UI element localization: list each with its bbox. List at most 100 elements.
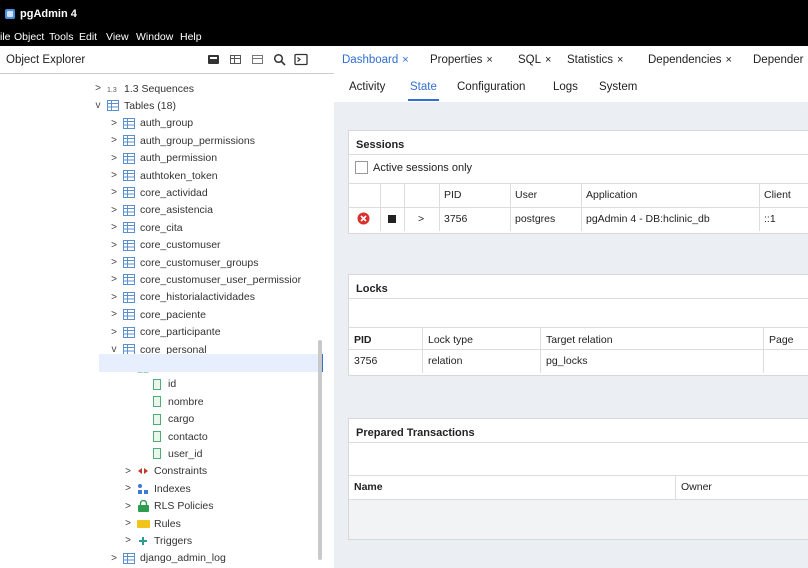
tree-item[interactable]: > RLS Policies	[122, 498, 214, 515]
chevron-right-icon[interactable]: >	[108, 135, 120, 146]
chevron-right-icon[interactable]: >	[108, 205, 120, 216]
menu-window[interactable]: Window	[136, 31, 173, 43]
chevron-right-icon[interactable]: >	[108, 170, 120, 181]
col-header-pid[interactable]: PID	[354, 334, 372, 346]
tab-sql[interactable]: SQL ×	[518, 54, 551, 66]
tree-item[interactable]: > auth_group	[108, 115, 193, 132]
subtab-system[interactable]: System	[599, 81, 637, 93]
menu-tools[interactable]: Tools	[49, 31, 74, 43]
tree-item[interactable]: > authtoken_token	[108, 167, 218, 184]
chevron-right-icon[interactable]: >	[122, 466, 134, 477]
col-header-target-relation[interactable]: Target relation	[546, 334, 613, 346]
tree-item[interactable]: > core_customuser_user_permissior	[108, 271, 301, 288]
col-header-owner[interactable]: Owner	[681, 481, 712, 493]
tree-item[interactable]: > Rules	[122, 515, 181, 532]
col-header-page[interactable]: Page	[769, 334, 794, 346]
menu-help[interactable]: Help	[180, 31, 202, 43]
chevron-right-icon[interactable]: >	[122, 535, 134, 546]
chevron-down-icon[interactable]: v	[92, 100, 104, 111]
chevron-right-icon[interactable]: >	[122, 501, 134, 512]
tab-statistics[interactable]: Statistics ×	[567, 54, 623, 66]
chevron-right-icon[interactable]: >	[108, 222, 120, 233]
tree-item[interactable]: id	[136, 376, 176, 393]
close-icon[interactable]: ×	[545, 54, 551, 66]
tab-dashboard[interactable]: Dashboard ×	[342, 54, 409, 66]
psql-tool-icon[interactable]	[292, 51, 310, 68]
tree-item[interactable]: cargo	[136, 411, 194, 428]
terminate-session-icon[interactable]	[357, 212, 370, 228]
tab-dependencies[interactable]: Dependencies ×	[648, 54, 732, 66]
tree-item-label: 1.3 Sequences	[124, 82, 195, 95]
divider	[675, 475, 676, 499]
tree-item[interactable]: > core_actividad	[108, 184, 208, 201]
chevron-right-icon[interactable]: >	[108, 274, 120, 285]
chevron-right-icon[interactable]: >	[108, 309, 120, 320]
tree-item[interactable]: user_id	[136, 445, 202, 462]
session-pid: 3756	[444, 213, 468, 225]
tree-item[interactable]: v Tables (18)	[92, 97, 176, 114]
close-icon[interactable]: ×	[402, 54, 408, 66]
view-data-icon[interactable]	[226, 51, 244, 68]
search-icon[interactable]	[270, 51, 288, 68]
table-icon	[122, 551, 136, 565]
prepared-transactions-title: Prepared Transactions	[349, 419, 808, 443]
active-sessions-filter[interactable]: Active sessions only	[355, 161, 472, 174]
tree-item[interactable]: > auth_group_permissions	[108, 132, 255, 149]
chevron-right-icon[interactable]: >	[122, 518, 134, 529]
tree-item-label: core_customuser_groups	[140, 256, 259, 269]
table-icon	[106, 99, 120, 113]
menu-view[interactable]: View	[106, 31, 129, 43]
col-header-pid[interactable]: PID	[444, 189, 462, 201]
tree-item[interactable]: > auth_permission	[108, 150, 217, 167]
subtab-configuration[interactable]: Configuration	[457, 81, 525, 93]
tree-item[interactable]: > core_customuser_groups	[108, 254, 258, 271]
col-header-application[interactable]: Application	[586, 189, 637, 201]
tree-item[interactable]: nombre	[136, 393, 204, 410]
filter-rows-icon[interactable]	[248, 51, 266, 68]
chevron-right-icon[interactable]: >	[108, 118, 120, 129]
tab-properties[interactable]: Properties ×	[430, 54, 493, 66]
tree-item[interactable]: > Constraints	[122, 463, 207, 480]
database-tool-icon[interactable]	[204, 51, 222, 68]
tree-item[interactable]: > core_asistencia	[108, 202, 213, 219]
menu-edit[interactable]: Edit	[79, 31, 97, 43]
subtab-state[interactable]: State	[408, 81, 439, 101]
active-sessions-checkbox[interactable]	[355, 161, 368, 174]
chevron-right-icon[interactable]: >	[108, 240, 120, 251]
chevron-right-icon[interactable]: >	[108, 553, 120, 564]
subtab-activity[interactable]: Activity	[349, 81, 385, 93]
col-header-user[interactable]: User	[515, 189, 537, 201]
chevron-right-icon[interactable]: >	[122, 483, 134, 494]
tree-item[interactable]: > Indexes	[122, 480, 191, 497]
chevron-right-icon[interactable]: >	[108, 327, 120, 338]
menu-object[interactable]: Object	[14, 31, 44, 43]
tree-item[interactable]: > core_participante	[108, 324, 220, 341]
col-header-client[interactable]: Client	[764, 189, 791, 201]
tree-item[interactable]: > core_historialactividades	[108, 289, 255, 306]
tree-item[interactable]: > core_paciente	[108, 306, 206, 323]
stop-query-icon[interactable]	[388, 214, 396, 226]
expand-row-icon[interactable]: >	[418, 213, 424, 225]
tree-item[interactable]: contacto	[136, 428, 208, 445]
tree-item[interactable]: > Triggers	[122, 532, 192, 549]
chevron-right-icon[interactable]: >	[108, 257, 120, 268]
close-icon[interactable]: ×	[617, 54, 623, 66]
chevron-right-icon[interactable]: >	[108, 292, 120, 303]
tree-item[interactable]: > core_cita	[108, 219, 183, 236]
close-icon[interactable]: ×	[486, 54, 492, 66]
menu-file[interactable]: ile	[0, 31, 11, 43]
chevron-right-icon[interactable]: >	[108, 153, 120, 164]
tab-label: Depender	[753, 54, 804, 66]
tree-item-label: cargo	[168, 413, 195, 426]
tree-item[interactable]: >1.3 1.3 Sequences	[92, 80, 194, 97]
tab-dependents[interactable]: Depender	[753, 54, 804, 66]
chevron-right-icon[interactable]: >	[108, 187, 120, 198]
close-icon[interactable]: ×	[726, 54, 732, 66]
subtab-logs[interactable]: Logs	[553, 81, 578, 93]
chevron-right-icon[interactable]: >	[92, 83, 104, 94]
tree-scrollbar[interactable]	[318, 340, 322, 560]
col-header-lock-type[interactable]: Lock type	[428, 334, 473, 346]
tree-item[interactable]: > core_customuser	[108, 237, 220, 254]
col-header-name[interactable]: Name	[354, 481, 383, 493]
tree-item[interactable]: > django_admin_log	[108, 550, 226, 567]
